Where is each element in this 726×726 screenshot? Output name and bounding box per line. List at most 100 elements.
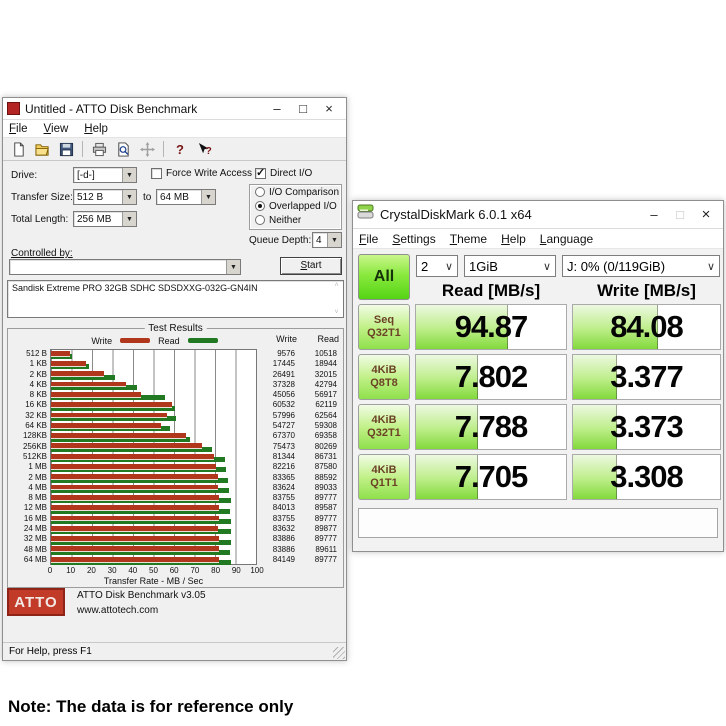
write-bar [51, 505, 219, 511]
test-button-4kib-q1t1[interactable]: 4KiBQ1T1 [358, 454, 410, 500]
radio-icon[interactable] [255, 201, 265, 211]
read-value: 32015 [299, 370, 341, 380]
chart-bar-row [51, 350, 256, 360]
write-value: 81344 [257, 452, 299, 462]
chart-row-label: 2 MB [10, 473, 50, 483]
read-value: 88592 [299, 473, 341, 483]
read-value: 89611 [299, 545, 341, 555]
chart-bar-row [51, 494, 256, 504]
chart-bar-row [51, 432, 256, 442]
chart-row-label: 4 MB [10, 483, 50, 493]
radio-i-o-comparison[interactable]: I/O Comparison [250, 185, 341, 199]
write-result-cell: 3.373 [572, 404, 721, 450]
chevron-down-icon[interactable]: ▼ [201, 190, 215, 204]
print-icon[interactable] [88, 140, 110, 159]
legend-write-label: Write [91, 336, 112, 346]
chart-row-label: 512KB [10, 452, 50, 462]
scrollbar[interactable]: ˄ ˅ [331, 282, 342, 316]
menu-item-help[interactable]: Help [84, 123, 108, 135]
read-value: 86731 [299, 452, 341, 462]
read-column-header: Read [301, 334, 343, 347]
total-length-select[interactable]: 256 MB▼ [73, 211, 137, 227]
test-button-4kib-q8t8[interactable]: 4KiBQ8T8 [358, 354, 410, 400]
checkbox-icon[interactable] [151, 168, 162, 179]
write-bar [51, 546, 219, 552]
test-count-select[interactable]: 2∨ [416, 255, 458, 277]
force-write-access-checkbox[interactable]: Force Write Access [151, 168, 252, 179]
menu-item-view[interactable]: View [44, 123, 69, 135]
minimize-button[interactable]: – [264, 101, 290, 116]
chart-header-row: Write Read Write Read [8, 334, 343, 347]
save-icon[interactable] [55, 140, 77, 159]
controlled-by-label: Controlled by: [11, 248, 73, 259]
context-help-icon[interactable]: ? [193, 140, 215, 159]
menu-item-help[interactable]: Help [501, 232, 526, 246]
radio-icon[interactable] [255, 215, 265, 225]
menu-item-theme[interactable]: Theme [450, 232, 487, 246]
chart-bar-row [51, 535, 256, 545]
write-value: 83886 [257, 534, 299, 544]
close-button[interactable]: × [693, 206, 719, 223]
transfer-size-from-select[interactable]: 512 B▼ [73, 189, 137, 205]
read-value: 89587 [299, 503, 341, 513]
chevron-down-icon[interactable]: ▼ [226, 260, 240, 274]
chart-row-label: 32 MB [10, 534, 50, 544]
chevron-down-icon[interactable]: ▼ [122, 168, 136, 182]
chart-legend: Write Read [50, 334, 259, 347]
test-button-seq-q32t1[interactable]: SeqQ32T1 [358, 304, 410, 350]
menu-item-file[interactable]: File [359, 232, 378, 246]
write-value: 75473 [257, 442, 299, 452]
close-button[interactable]: × [316, 101, 342, 116]
chevron-down-icon[interactable]: ▼ [122, 212, 136, 226]
x-tick-label: 10 [66, 566, 75, 575]
read-result-cell: 94.87 [415, 304, 567, 350]
about-icon[interactable]: ? [169, 140, 191, 159]
chevron-down-icon[interactable]: ▼ [327, 233, 341, 247]
write-value: 83365 [257, 473, 299, 483]
menu-item-language[interactable]: Language [540, 232, 593, 246]
write-value: 57996 [257, 411, 299, 421]
read-value: 10518 [299, 349, 341, 359]
chart-row-label: 48 MB [10, 545, 50, 555]
transfer-size-to-select[interactable]: 64 MB▼ [156, 189, 216, 205]
new-file-icon[interactable] [7, 140, 29, 159]
chart-row-label: 256KB [10, 442, 50, 452]
chart-plot-area [50, 349, 257, 565]
radio-icon[interactable] [255, 187, 265, 197]
write-value: 83632 [257, 524, 299, 534]
maximize-button[interactable]: □ [290, 101, 316, 116]
chart-category-labels: 512 B1 KB2 KB4 KB8 KB16 KB32 KB64 KB128K… [10, 349, 50, 586]
legend-read-label: Read [158, 336, 180, 346]
write-value: 37328 [257, 380, 299, 390]
cdm-result-row: 4KiBQ32T17.7883.373 [353, 404, 723, 450]
crystaldiskmark-window: CrystalDiskMark 6.0.1 x64 – □ × FileSett… [352, 200, 724, 552]
test-size-select[interactable]: 1GiB∨ [464, 255, 556, 277]
write-bar [51, 382, 126, 388]
menu-item-settings[interactable]: Settings [392, 232, 435, 246]
checkbox-icon[interactable] [255, 168, 266, 179]
direct-io-checkbox[interactable]: Direct I/O [255, 168, 312, 179]
drive-select[interactable]: [-d-]▼ [73, 167, 137, 183]
menu-item-file[interactable]: File [9, 123, 28, 135]
controlled-by-select[interactable]: ▼ [9, 259, 241, 275]
print-preview-icon[interactable] [112, 140, 134, 159]
open-file-icon[interactable] [31, 140, 53, 159]
to-label: to [143, 192, 151, 203]
minimize-button[interactable]: – [641, 207, 667, 222]
device-description-box[interactable]: Sandisk Extreme PRO 32GB SDHC SDSDXXG-03… [7, 280, 344, 318]
resize-grip[interactable] [333, 647, 345, 659]
chart-row-label: 8 KB [10, 390, 50, 400]
chart-row-label: 1 KB [10, 359, 50, 369]
test-button-4kib-q32t1[interactable]: 4KiBQ32T1 [358, 404, 410, 450]
comment-box[interactable] [358, 508, 718, 538]
queue-depth-select[interactable]: 4▼ [312, 232, 342, 248]
read-value: 69358 [299, 431, 341, 441]
start-button[interactable]: Start [280, 257, 342, 275]
atto-titlebar: Untitled - ATTO Disk Benchmark – □ × [3, 98, 346, 120]
radio-overlapped-i-o[interactable]: Overlapped I/O [250, 199, 341, 213]
target-drive-select[interactable]: J: 0% (0/119GiB)∨ [562, 255, 720, 277]
radio-neither[interactable]: Neither [250, 213, 341, 227]
all-test-button[interactable]: All [358, 254, 410, 300]
read-value: 42794 [299, 380, 341, 390]
chevron-down-icon[interactable]: ▼ [122, 190, 136, 204]
